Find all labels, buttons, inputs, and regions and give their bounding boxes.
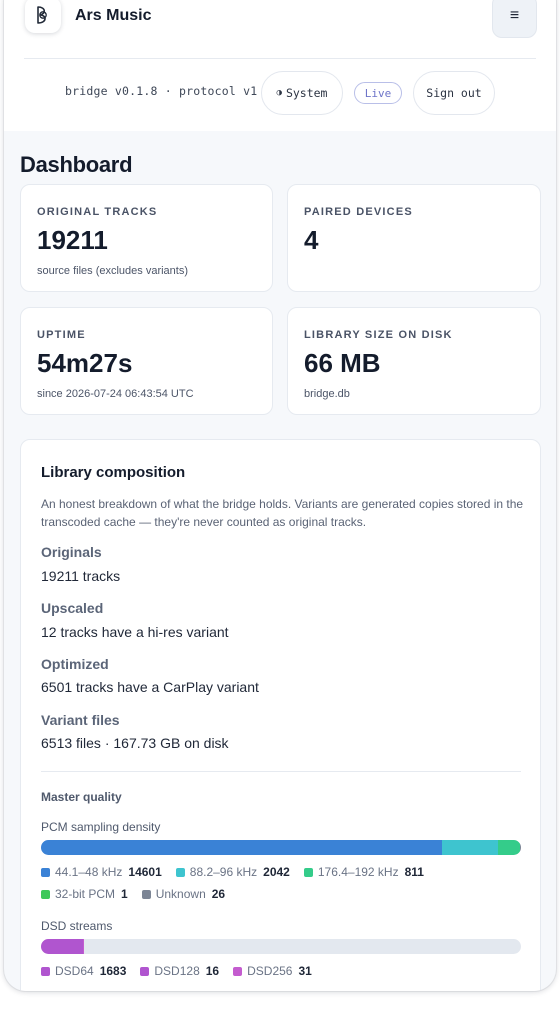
dsd-legend: DSD64 1683 DSD128 16 DSD256 31 [41, 964, 326, 978]
dsd-streams-bar [41, 939, 521, 954]
legend-label: DSD64 [55, 964, 94, 978]
stat-subtext: bridge.db [304, 388, 350, 400]
legend-count: 2042 [263, 865, 290, 879]
variant-files-label: Variant files [41, 712, 120, 728]
sign-out-label: Sign out [426, 86, 482, 100]
theme-toggle-button[interactable]: ◑ System [261, 71, 343, 115]
legend-count: 811 [404, 865, 424, 879]
stat-label: Library size on disk [304, 329, 453, 341]
live-status-badge: Live [354, 82, 402, 104]
pcm-title: PCM sampling density [41, 820, 161, 834]
legend-item: DSD256 31 [233, 964, 312, 978]
bar-segment [83, 939, 85, 954]
stat-card-paired-devices: Paired devices 4 [287, 184, 541, 292]
upscaled-label: Upscaled [41, 600, 104, 616]
legend-label: 88.2–96 kHz [189, 865, 258, 879]
originals-label: Originals [41, 544, 102, 560]
stat-label: Uptime [37, 329, 86, 341]
hamburger-menu-icon[interactable]: ≡ [492, 0, 537, 38]
stat-value: 4 [304, 225, 319, 255]
pcm-legend: 44.1–48 kHz 14601 88.2–96 kHz 2042 176.4–192… [41, 865, 438, 879]
stat-card-original-tracks: Original tracks 19211 source files (excl… [20, 184, 273, 292]
optimized-label: Optimized [41, 656, 109, 672]
theme-label: System [285, 86, 328, 100]
legend-swatch [141, 889, 151, 899]
legend-swatch [303, 867, 313, 877]
legend-count: 26 [211, 887, 226, 901]
legend-item: DSD128 16 [140, 964, 219, 978]
stat-card-uptime: Uptime 54m27s since 2026-07-24 06:43:54 … [20, 307, 273, 415]
legend-label: 32-bit PCM [55, 887, 116, 901]
menu-glyph: ≡ [509, 7, 520, 24]
legend-label: DSD128 [154, 964, 200, 978]
pcm-legend-row-2: 32-bit PCM 1 Unknown 26 [41, 887, 239, 901]
legend-count: 1 [121, 887, 128, 901]
legend-item: 32-bit PCM 1 [41, 887, 128, 901]
bar-segment [41, 840, 442, 855]
originals-value: 19211 tracks [41, 568, 121, 584]
master-quality-title: Master quality [41, 790, 122, 804]
legend-swatch [175, 867, 185, 877]
top-bar: Ars Music ≡ bridge v0.1.8 · protocol v1 … [4, 0, 556, 131]
legend-item: 176.4–192 kHz 811 [303, 865, 424, 879]
stat-subtext: source files (excludes variants) [37, 265, 189, 277]
half-circle-icon: ◑ [276, 88, 282, 98]
stat-value: 66 MB [304, 348, 381, 378]
stat-subtext: since 2026-07-24 06:43:54 UTC [37, 388, 194, 400]
stat-value: 54m27s [37, 348, 133, 378]
version-text: bridge v0.1.8 · protocol v1 [65, 84, 258, 98]
app-title: Ars Music [75, 7, 152, 24]
upscaled-value: 12 tracks have a hi-res variant [41, 624, 229, 640]
legend-label: 44.1–48 kHz [55, 865, 123, 879]
library-composition-card: Library composition An honest breakdown … [20, 439, 541, 991]
stat-card-library-size: Library size on disk 66 MB bridge.db [287, 307, 541, 415]
stat-label: Paired devices [304, 206, 413, 218]
stat-value: 19211 [37, 225, 108, 255]
bar-segment [520, 840, 521, 855]
legend-label: Unknown [155, 887, 206, 901]
legend-swatch [140, 966, 150, 976]
composition-title: Library composition [41, 464, 186, 481]
legend-count: 14601 [128, 865, 162, 879]
legend-swatch [41, 966, 50, 976]
legend-label: DSD256 [247, 964, 293, 978]
legend-count: 31 [298, 964, 312, 978]
legend-swatch [233, 966, 243, 976]
page-title: Dashboard [20, 152, 133, 177]
variant-files-value: 6513 files · 167.73 GB on disk [41, 735, 229, 751]
legend-swatch [41, 889, 50, 899]
stat-label: Original tracks [37, 206, 158, 218]
sign-out-button[interactable]: Sign out [413, 71, 495, 115]
legend-label: 176.4–192 kHz [317, 865, 399, 879]
legend-item: DSD64 1683 [41, 964, 126, 978]
legend-item: 44.1–48 kHz 14601 [41, 865, 162, 879]
ars-logo-icon[interactable] [25, 0, 61, 33]
optimized-value: 6501 tracks have a CarPlay variant [41, 679, 259, 695]
legend-count: 16 [205, 964, 220, 978]
legend-swatch [41, 867, 50, 877]
bar-segment [441, 840, 498, 855]
pcm-density-bar [41, 840, 521, 855]
bar-segment [497, 840, 521, 855]
bar-segment [41, 939, 84, 954]
composition-description: An honest breakdown of what the bridge h… [41, 497, 524, 529]
app-window: Ars Music ≡ bridge v0.1.8 · protocol v1 … [4, 0, 556, 991]
dsd-title: DSD streams [41, 919, 113, 933]
legend-item: Unknown 26 [141, 887, 226, 901]
legend-item: 88.2–96 kHz 2042 [175, 865, 290, 879]
legend-count: 1683 [99, 964, 127, 978]
top-divider [24, 58, 536, 59]
section-divider [41, 771, 521, 772]
